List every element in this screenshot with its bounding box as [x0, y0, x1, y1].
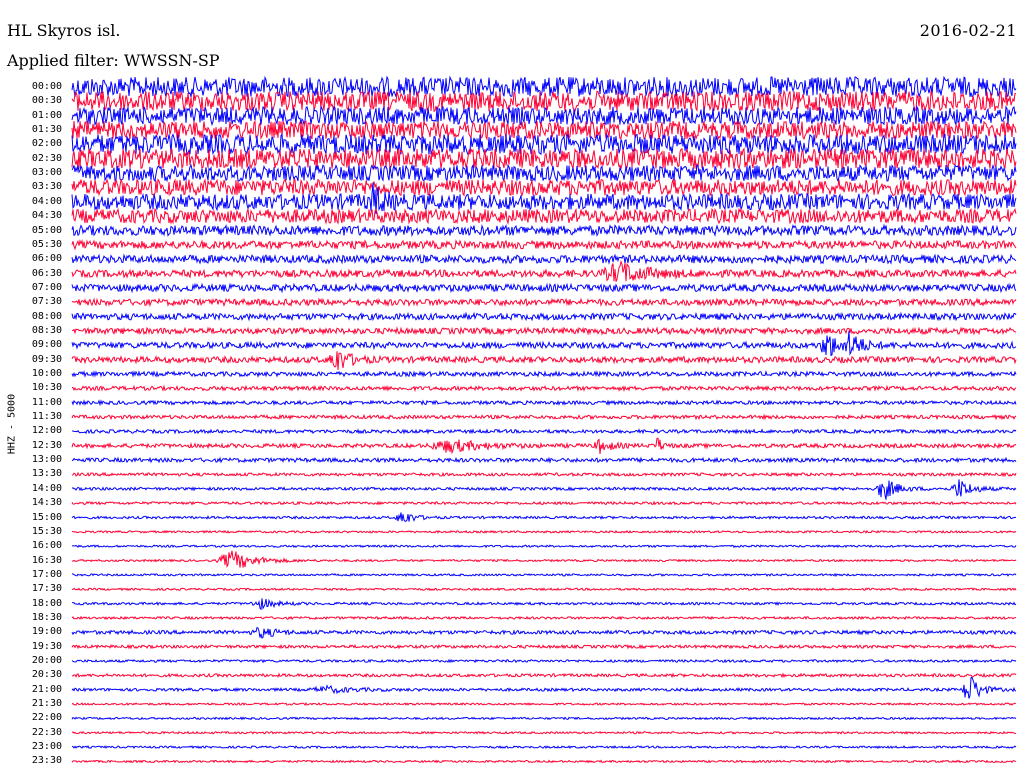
seismic-trace [71, 163, 1017, 183]
seismic-trace [71, 500, 1017, 506]
seismic-trace [71, 643, 1017, 650]
seismic-trace [71, 615, 1017, 621]
seismic-trace [71, 370, 1017, 378]
seismic-trace [71, 437, 1017, 455]
seismic-trace [71, 223, 1017, 238]
seismic-trace [71, 399, 1017, 407]
seismic-trace [71, 730, 1017, 735]
seismic-trace [71, 282, 1017, 294]
seismic-trace [71, 759, 1017, 764]
seismic-trace [71, 253, 1017, 266]
seismic-trace [71, 512, 1017, 522]
seismic-trace [71, 178, 1017, 197]
seismic-trace [71, 702, 1016, 707]
seismic-trace [71, 587, 1017, 592]
seismic-trace [71, 133, 1017, 156]
seismic-trace [71, 330, 1017, 357]
seismic-trace [71, 207, 1017, 225]
seismic-trace [71, 716, 1017, 721]
seismic-trace [71, 326, 1017, 336]
seismic-trace [72, 428, 1017, 435]
seismic-trace [71, 119, 1017, 141]
seismic-trace [71, 297, 1017, 308]
seismic-trace [71, 471, 1017, 478]
seismic-trace [71, 89, 1017, 113]
seismic-trace [71, 529, 1017, 534]
seismic-trace [71, 384, 1017, 393]
seismic-trace [71, 413, 1017, 421]
seismic-trace [71, 351, 1017, 371]
seismic-trace [71, 572, 1017, 577]
seismic-trace [71, 598, 1017, 611]
seismic-trace [71, 658, 1017, 664]
seismic-trace [71, 479, 1017, 500]
seismic-trace [71, 259, 1017, 282]
seismic-trace [71, 550, 1017, 568]
seismic-trace [71, 672, 1017, 679]
seismic-trace [71, 75, 1017, 99]
helicorder-plot [71, 75, 1017, 764]
seismic-trace [71, 311, 1017, 322]
seismic-trace [72, 544, 1017, 549]
seismic-trace [71, 626, 1017, 639]
seismic-trace [71, 238, 1017, 251]
seismic-trace [71, 745, 1017, 750]
seismic-trace [71, 676, 1017, 699]
seismic-trace [71, 456, 1017, 464]
